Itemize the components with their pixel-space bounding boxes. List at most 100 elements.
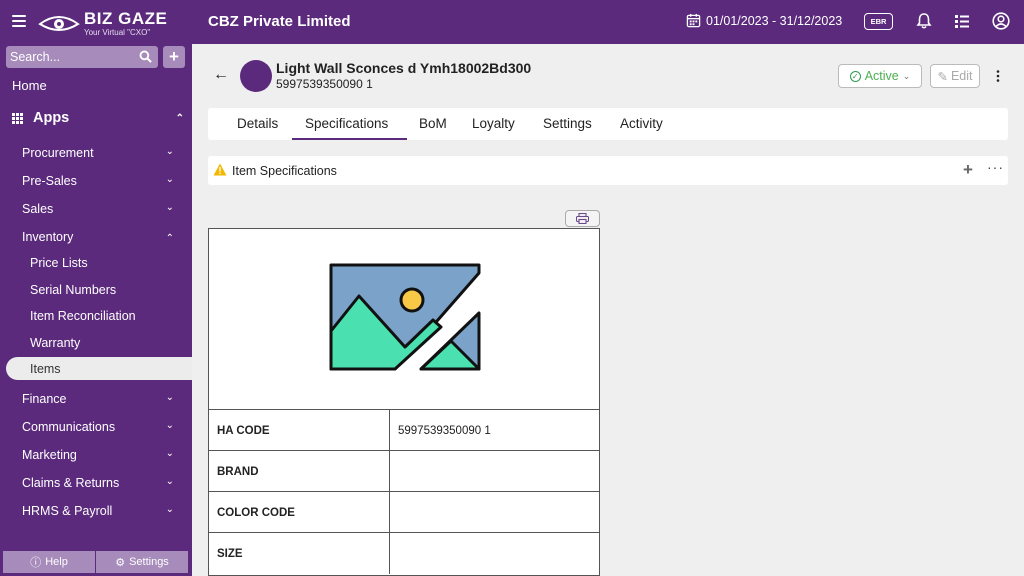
- sidebar-item-communications[interactable]: Communications ⌄: [22, 420, 184, 434]
- ebr-button[interactable]: EBR: [864, 13, 893, 30]
- chevron-down-icon: ⌄: [165, 420, 174, 431]
- tab-bom[interactable]: BoM: [419, 116, 447, 131]
- sidebar-apps-header[interactable]: Apps ⌃: [12, 110, 184, 126]
- sidebar-item-label: Marketing: [22, 448, 77, 462]
- apps-label: Apps: [33, 110, 70, 126]
- tab-bar: Details Specifications BoM Loyalty Setti…: [208, 108, 1008, 140]
- sidebar-item-label: Pre-Sales: [22, 174, 77, 188]
- status-label: Active: [864, 69, 899, 83]
- sidebar-item-inventory[interactable]: Inventory ⌃: [22, 230, 184, 244]
- sidebar-item-pre-sales[interactable]: Pre-Sales ⌄: [22, 174, 184, 188]
- sidebar-item-price-lists[interactable]: Price Lists: [30, 256, 184, 270]
- date-range-picker[interactable]: 01/01/2023 - 31/12/2023: [686, 13, 842, 28]
- chevron-down-icon: ⌄: [165, 174, 174, 185]
- menu-icon[interactable]: [12, 15, 26, 27]
- more-vertical-icon[interactable]: [994, 69, 1002, 83]
- active-tab-indicator: [292, 138, 407, 140]
- spec-value: 5997539350090 1: [398, 425, 491, 437]
- table-row: SIZE: [209, 533, 599, 574]
- sidebar-item-warranty[interactable]: Warranty: [30, 336, 184, 350]
- search-placeholder: Search...: [10, 50, 61, 64]
- back-arrow-icon[interactable]: ←: [213, 66, 229, 84]
- chevron-down-icon: ⌄: [165, 202, 174, 213]
- chevron-down-icon: ⌄: [165, 504, 174, 515]
- tab-details[interactable]: Details: [237, 116, 278, 131]
- sidebar-item-label: Claims & Returns: [22, 476, 120, 490]
- search-input[interactable]: Search...: [6, 46, 158, 68]
- table-row: COLOR CODE: [209, 492, 599, 533]
- tab-activity[interactable]: Activity: [620, 116, 663, 131]
- company-name[interactable]: CBZ Private Limited: [208, 13, 351, 30]
- edit-button[interactable]: ✎ Edit: [930, 64, 980, 88]
- spec-key: COLOR CODE: [209, 492, 390, 533]
- chevron-down-icon: ⌄: [165, 146, 174, 157]
- sidebar-item-finance[interactable]: Finance ⌄: [22, 392, 184, 406]
- item-image-area: [209, 229, 599, 410]
- warning-icon: [213, 163, 227, 176]
- spec-key: SIZE: [209, 533, 390, 574]
- chevron-down-icon: ⌄: [165, 448, 174, 459]
- chevron-up-icon: ⌃: [165, 233, 174, 244]
- help-icon: ⓘ: [30, 557, 42, 569]
- sidebar-item-claims-returns[interactable]: Claims & Returns ⌄: [22, 476, 184, 490]
- sidebar-item-label: Procurement: [22, 146, 94, 160]
- help-button[interactable]: ⓘ Help: [3, 551, 96, 573]
- help-label: Help: [45, 556, 68, 568]
- sidebar-item-item-reconciliation[interactable]: Item Reconciliation: [30, 309, 184, 323]
- printer-icon: [576, 213, 589, 224]
- sidebar-item-serial-numbers[interactable]: Serial Numbers: [30, 283, 184, 297]
- specifications-header: Item Specifications + ···: [208, 156, 1008, 185]
- pencil-icon: ✎: [937, 69, 948, 84]
- more-horizontal-icon[interactable]: ···: [987, 159, 1004, 175]
- top-bar: BIZ GAZE Your Virtual "CXO" CBZ Private …: [0, 0, 1024, 44]
- specification-table: HA CODE 5997539350090 1 BRAND COLOR CODE…: [208, 228, 600, 576]
- settings-button[interactable]: ⚙ Settings: [96, 551, 189, 573]
- gear-icon: ⚙: [115, 556, 126, 569]
- logo-name: BIZ GAZE: [84, 8, 168, 28]
- sidebar-item-home[interactable]: Home: [12, 78, 204, 93]
- sidebar-item-procurement[interactable]: Procurement ⌄: [22, 146, 184, 160]
- tab-loyalty[interactable]: Loyalty: [472, 116, 515, 131]
- print-button[interactable]: [565, 210, 600, 227]
- status-dropdown[interactable]: ✓ Active ⌄: [838, 64, 922, 88]
- sidebar-item-label: Sales: [22, 202, 54, 216]
- sidebar-item-marketing[interactable]: Marketing ⌄: [22, 448, 184, 462]
- add-specification-button[interactable]: +: [963, 160, 973, 180]
- apps-grid-icon: [12, 112, 23, 124]
- chevron-down-icon: ⌄: [165, 392, 174, 403]
- logo-mark-icon: [38, 16, 80, 31]
- tab-specifications[interactable]: Specifications: [305, 116, 388, 131]
- list-icon[interactable]: [953, 12, 971, 30]
- edit-label: Edit: [950, 69, 973, 83]
- chevron-down-icon: ⌄: [902, 70, 911, 81]
- bell-icon[interactable]: [915, 12, 933, 30]
- sidebar-item-hrms-payroll[interactable]: HRMS & Payroll ⌄: [22, 504, 184, 518]
- tab-settings[interactable]: Settings: [543, 116, 592, 131]
- spec-key: HA CODE: [209, 410, 390, 451]
- user-icon[interactable]: [992, 12, 1010, 30]
- sidebar-item-label: HRMS & Payroll: [22, 504, 113, 518]
- calendar-icon: [686, 13, 701, 28]
- item-avatar: [240, 60, 272, 92]
- logo-tagline: Your Virtual "CXO": [84, 27, 151, 37]
- search-icon[interactable]: [139, 50, 152, 63]
- check-circle-icon: ✓: [849, 70, 861, 82]
- item-title: Light Wall Sconces d Ymh18002Bd300: [276, 60, 532, 76]
- sidebar-item-label: Finance: [22, 392, 67, 406]
- section-title: Item Specifications: [232, 164, 337, 178]
- sidebar-footer: ⓘ Help ⚙ Settings: [3, 551, 189, 573]
- sidebar-item-label: Inventory: [22, 230, 74, 244]
- spec-key: BRAND: [209, 451, 390, 492]
- logo[interactable]: BIZ GAZE Your Virtual "CXO": [38, 8, 167, 38]
- sidebar-item-items[interactable]: Items: [6, 357, 192, 380]
- item-code: 5997539350090 1: [276, 77, 373, 91]
- settings-label: Settings: [129, 556, 169, 568]
- chevron-up-icon: ⌃: [175, 112, 184, 124]
- chevron-down-icon: ⌄: [165, 476, 174, 487]
- sidebar-item-label: Communications: [22, 420, 116, 434]
- image-placeholder-icon: [329, 263, 481, 371]
- sidebar-item-sales[interactable]: Sales ⌄: [22, 202, 184, 216]
- date-range-text: 01/01/2023 - 31/12/2023: [706, 13, 843, 28]
- add-button[interactable]: +: [163, 46, 185, 68]
- sidebar: Search... + Home Apps ⌃ Procurement ⌄ Pr…: [0, 44, 192, 576]
